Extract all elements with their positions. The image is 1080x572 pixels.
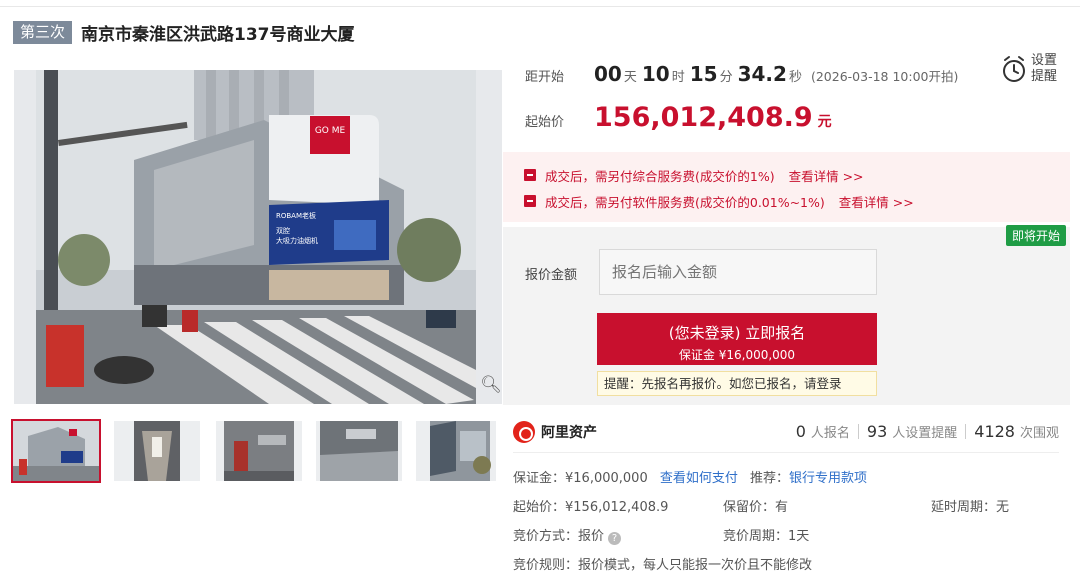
start-price-row: 起始价 156,012,408.9 元 — [525, 102, 832, 136]
deposit-label: 保证金： — [513, 471, 566, 486]
main-photo[interactable]: GO ME ROBAM老板 双腔 大吸力油烟机 — [14, 70, 502, 404]
fee-text-software: 成交后，需另付软件服务费(成交价的0.01%~1%) — [545, 194, 825, 210]
top-divider — [0, 6, 1080, 7]
fee-line-service: 成交后，需另付综合服务费(成交价的1%) 查看详情 >> — [524, 166, 864, 184]
alarm-clock-icon — [1003, 56, 1025, 82]
reminder-label: 设置 提醒 — [1031, 53, 1057, 85]
thumbnail-5[interactable] — [416, 421, 496, 481]
bid-mode-label: 竞价方式： — [513, 529, 579, 544]
fee-text-service: 成交后，需另付综合服务费(成交价的1%) — [545, 168, 775, 184]
platform-stats-row: 阿里资产 0 人报名 93 人设置提醒 4128 次围观 — [513, 420, 1059, 446]
extension-period-value: 无 — [996, 500, 1010, 515]
view-count: 4128 — [974, 422, 1015, 441]
countdown-label: 距开始 — [525, 70, 565, 85]
start-price-unit: 元 — [817, 114, 832, 130]
page-title: 南京市秦淮区洪武路137号商业大厦 — [81, 24, 355, 45]
reserve-price-info: 保留价：有 — [723, 496, 788, 515]
fee-notice-box: 成交后，需另付综合服务费(成交价的1%) 查看详情 >> 成交后，需另付软件服务… — [503, 152, 1070, 222]
thumbnail-4[interactable] — [316, 421, 402, 481]
fee-notice-icon — [524, 195, 536, 207]
countdown-days-unit: 天 — [623, 70, 637, 85]
main-photo-illustration: GO ME ROBAM老板 双腔 大吸力油烟机 — [14, 70, 502, 404]
reminder-count: 93 — [866, 422, 888, 441]
how-to-pay-link[interactable]: 查看如何支付 — [660, 471, 738, 486]
bid-rule-label: 竞价规则： — [513, 558, 579, 572]
fee-detail-link-software[interactable]: 查看详情 >> — [839, 192, 914, 211]
title-row: 第三次 南京市秦淮区洪武路137号商业大厦 — [13, 19, 355, 45]
countdown-minutes: 15 — [689, 62, 718, 86]
bank-payment-link[interactable]: 银行专用款项 — [789, 471, 867, 486]
deposit-value: ¥16,000,000 — [565, 471, 648, 486]
countdown-minutes-unit: 分 — [719, 70, 733, 85]
countdown-row: 距开始 00 天 10 时 15 分 34.2 秒 (2026-03-18 10… — [525, 62, 958, 92]
register-now-button[interactable]: (您未登录) 立即报名 保证金 ¥16,000,000 — [597, 313, 877, 365]
start-price-value: 156,012,408.9 — [594, 102, 813, 133]
platform-name: 阿里资产 — [541, 425, 597, 441]
building-logo-text: GO ME — [315, 126, 346, 136]
bid-cycle-label: 竞价周期： — [723, 529, 789, 544]
bid-rule-info: 竞价规则：报价模式，每人只能报一次价且不能修改 — [513, 554, 812, 572]
thumbnail-5-image — [416, 421, 496, 481]
billboard-brand-text: ROBAM老板 — [276, 211, 316, 220]
deposit-info: 保证金：¥16,000,000 查看如何支付 推荐：银行专用款项 — [513, 467, 867, 486]
thumbnail-2-image — [114, 421, 200, 481]
thumbnail-2[interactable] — [114, 421, 200, 481]
billboard-line2-text: 大吸力油烟机 — [276, 236, 318, 245]
reminder-label-line1: 设置 — [1031, 53, 1058, 68]
start-price-info-value: ¥156,012,408.9 — [565, 500, 669, 515]
bid-rule-value: 报价模式，每人只能报一次价且不能修改 — [578, 558, 813, 572]
auction-start-time: (2026-03-18 10:00开拍) — [810, 69, 959, 84]
view-count-label: 次围观 — [1019, 426, 1059, 441]
stat-divider — [965, 424, 967, 439]
countdown-hours-unit: 时 — [671, 70, 685, 85]
countdown-seconds: 34.2 — [737, 62, 787, 86]
register-button-label: (您未登录) 立即报名 — [668, 323, 806, 342]
fee-notice-icon — [524, 169, 536, 181]
countdown-hours: 10 — [641, 62, 670, 86]
extension-period-info: 延时周期：无 — [931, 496, 1009, 515]
countdown-seconds-unit: 秒 — [788, 70, 802, 85]
zoom-icon[interactable]: 🔍︎ — [480, 374, 502, 396]
reminder-count-label: 人设置提醒 — [892, 426, 958, 441]
start-price-label: 起始价 — [525, 115, 565, 130]
thumbnail-1[interactable] — [11, 419, 101, 483]
extension-period-label: 延时周期： — [931, 500, 997, 515]
reserve-price-value: 有 — [775, 500, 789, 515]
ali-assets-icon — [513, 421, 535, 443]
thumbnail-4-image — [316, 421, 402, 481]
billboard-line1-text: 双腔 — [276, 226, 290, 235]
bid-mode-value: 报价 — [578, 529, 605, 544]
thumbnail-3-image — [216, 421, 302, 481]
fee-line-software: 成交后，需另付软件服务费(成交价的0.01%~1%) 查看详情 >> — [524, 192, 914, 210]
set-reminder-button[interactable]: 设置 提醒 — [1001, 53, 1057, 85]
recommend-label: 推荐： — [750, 471, 790, 486]
start-price-info: 起始价：¥156,012,408.9 — [513, 496, 668, 515]
start-price-info-label: 起始价： — [513, 500, 566, 515]
fee-detail-link-service[interactable]: 查看详情 >> — [789, 166, 864, 185]
platform-logo: 阿里资产 — [513, 421, 597, 443]
auction-stats: 0 人报名 93 人设置提醒 4128 次围观 — [796, 422, 1059, 441]
stat-divider — [857, 424, 859, 439]
register-button-deposit: 保证金 ¥16,000,000 — [678, 347, 796, 362]
bid-panel: 即将开始 报价金额 (您未登录) 立即报名 保证金 ¥16,000,000 提醒… — [503, 225, 1070, 405]
reminder-label-line2: 提醒 — [1031, 69, 1058, 84]
countdown-days: 00 — [594, 62, 622, 86]
auction-round-badge: 第三次 — [13, 20, 73, 44]
status-badge: 即将开始 — [1005, 225, 1066, 246]
reserve-price-label: 保留价： — [723, 500, 776, 515]
info-divider — [513, 452, 1059, 453]
bid-mode-info: 竞价方式：报价? — [513, 525, 622, 545]
thumbnail-3[interactable] — [216, 421, 302, 481]
bid-cycle-value: 1天 — [788, 529, 810, 544]
bid-amount-input[interactable] — [599, 249, 877, 295]
bid-amount-label: 报价金额 — [525, 268, 578, 283]
thumbnail-1-image — [13, 421, 99, 481]
signup-count-label: 人报名 — [810, 426, 850, 441]
signup-count: 0 — [795, 422, 806, 441]
login-tip: 提醒：先报名再报价。如您已报名，请登录 — [597, 371, 877, 396]
help-icon[interactable]: ? — [608, 532, 622, 545]
bid-cycle-info: 竞价周期：1天 — [723, 525, 809, 544]
